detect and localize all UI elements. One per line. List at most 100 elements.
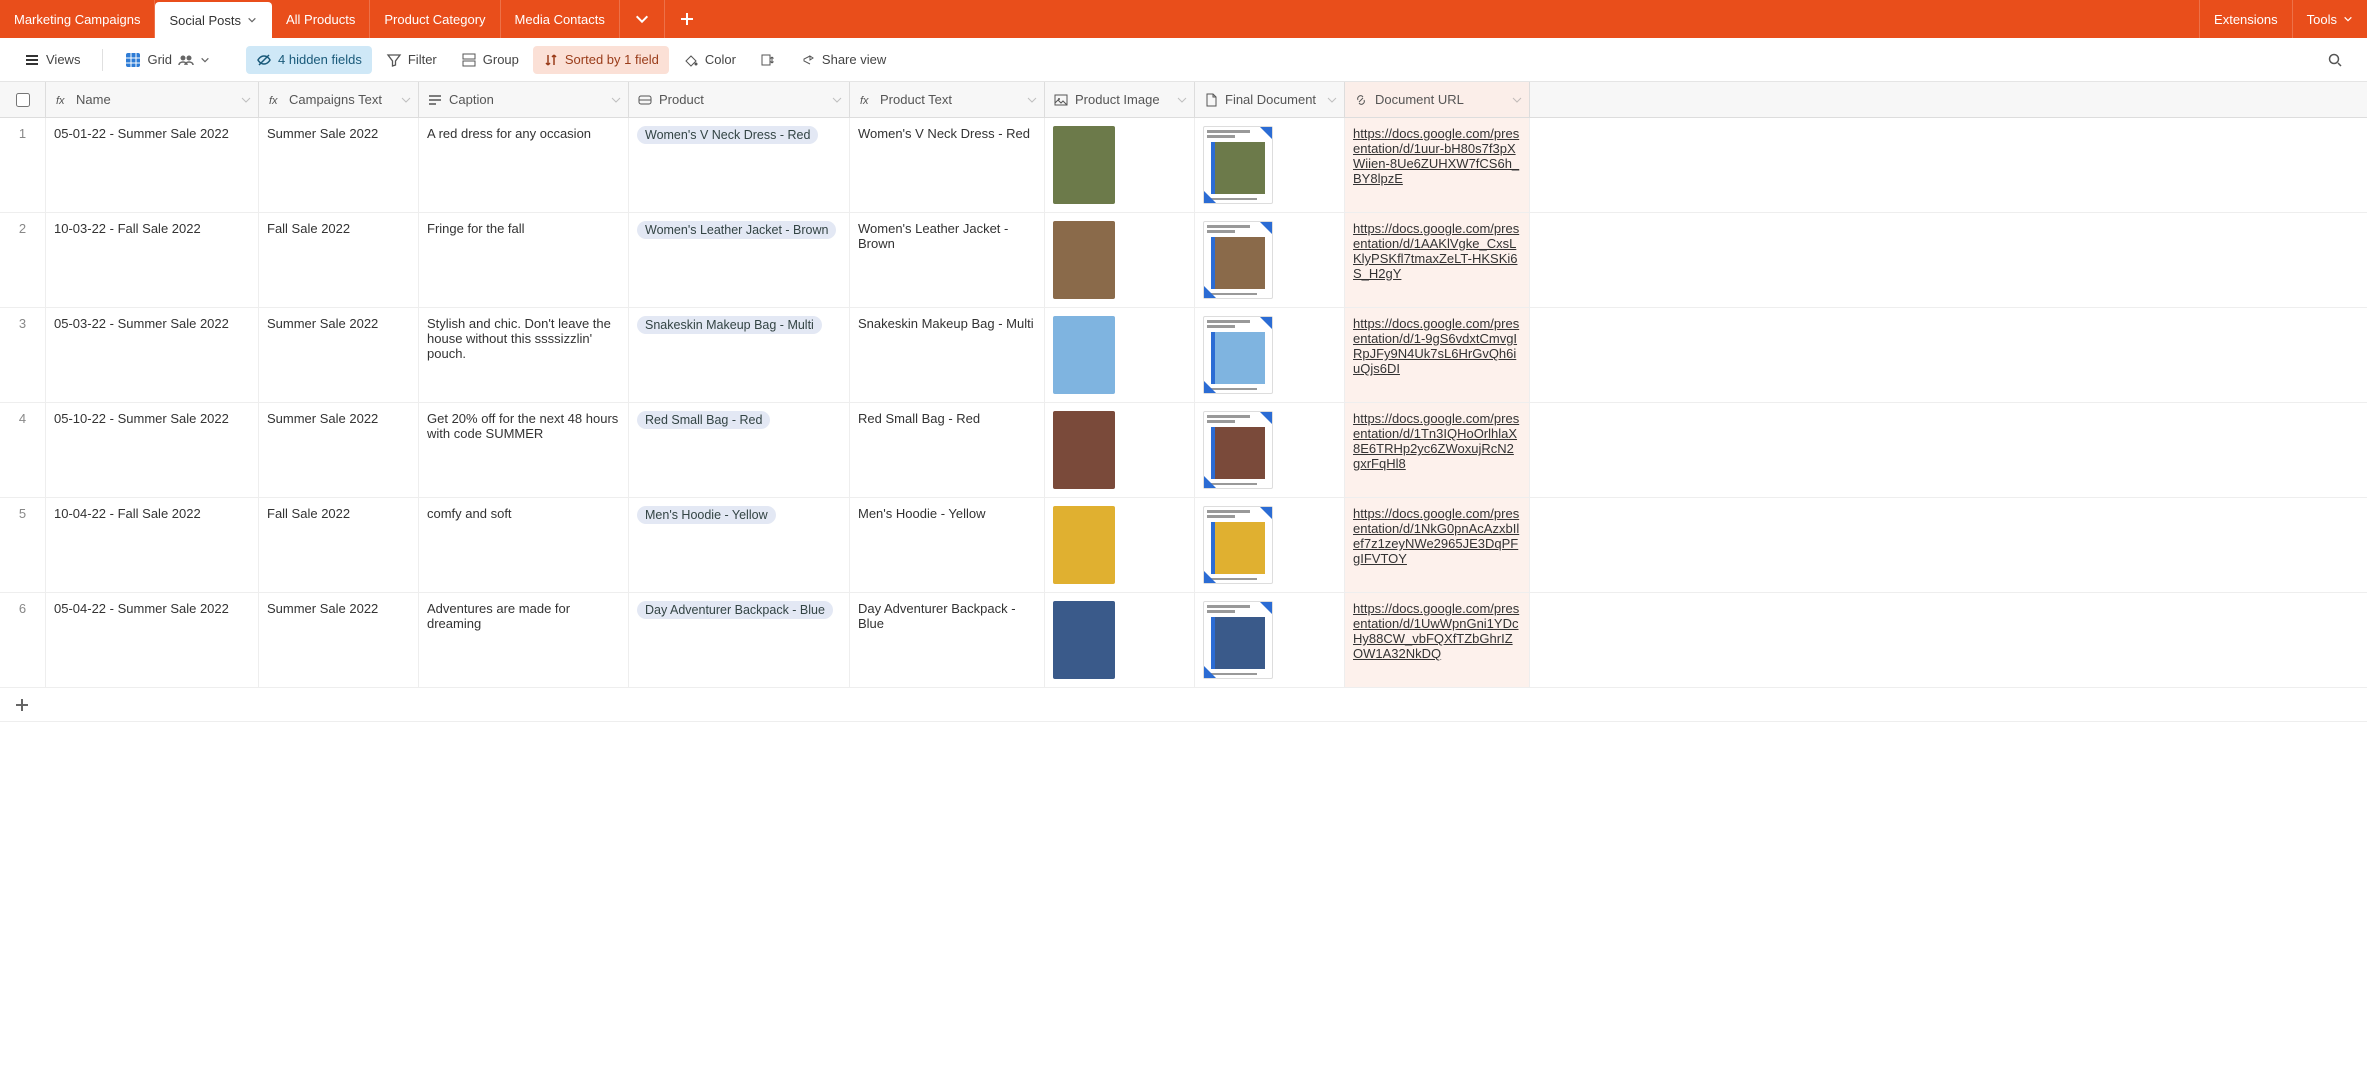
group-button[interactable]: Group	[451, 46, 529, 74]
table-row[interactable]: 6 05-04-22 - Summer Sale 2022 Summer Sal…	[0, 593, 2367, 688]
column-header-product[interactable]: Product	[629, 82, 850, 117]
table-row[interactable]: 5 10-04-22 - Fall Sale 2022 Fall Sale 20…	[0, 498, 2367, 593]
chevron-down-icon[interactable]	[247, 15, 257, 25]
document-thumbnail[interactable]	[1203, 316, 1273, 394]
table-row[interactable]: 4 05-10-22 - Summer Sale 2022 Summer Sal…	[0, 403, 2367, 498]
cell-product-text[interactable]: Day Adventurer Backpack - Blue	[850, 593, 1045, 687]
cell-campaigns-text[interactable]: Summer Sale 2022	[259, 308, 419, 402]
table-row[interactable]: 1 05-01-22 - Summer Sale 2022 Summer Sal…	[0, 118, 2367, 213]
cell-document-url[interactable]: https://docs.google.com/presentation/d/1…	[1345, 308, 1530, 402]
cell-caption[interactable]: comfy and soft	[419, 498, 629, 592]
cell-caption[interactable]: Fringe for the fall	[419, 213, 629, 307]
chevron-down-icon[interactable]	[1326, 94, 1338, 106]
document-thumbnail[interactable]	[1203, 126, 1273, 204]
cell-caption[interactable]: A red dress for any occasion	[419, 118, 629, 212]
cell-document-url[interactable]: https://docs.google.com/presentation/d/1…	[1345, 498, 1530, 592]
cell-name[interactable]: 05-04-22 - Summer Sale 2022	[46, 593, 259, 687]
chevron-down-icon[interactable]	[240, 94, 252, 106]
sort-button[interactable]: Sorted by 1 field	[533, 46, 669, 74]
document-link[interactable]: https://docs.google.com/presentation/d/1…	[1353, 601, 1519, 661]
cell-campaigns-text[interactable]: Summer Sale 2022	[259, 118, 419, 212]
document-thumbnail[interactable]	[1203, 411, 1273, 489]
cell-product-text[interactable]: Men's Hoodie - Yellow	[850, 498, 1045, 592]
search-button[interactable]	[2317, 46, 2353, 74]
cell-document-url[interactable]: https://docs.google.com/presentation/d/1…	[1345, 213, 1530, 307]
document-thumbnail[interactable]	[1203, 506, 1273, 584]
cell-campaigns-text[interactable]: Summer Sale 2022	[259, 403, 419, 497]
cell-product[interactable]: Snakeskin Makeup Bag - Multi	[629, 308, 850, 402]
cell-final-document[interactable]	[1195, 593, 1345, 687]
image-thumbnail[interactable]	[1053, 126, 1115, 204]
image-thumbnail[interactable]	[1053, 316, 1115, 394]
share-view-button[interactable]: Share view	[790, 46, 896, 74]
column-header-product-image[interactable]: Product Image	[1045, 82, 1195, 117]
chevron-down-icon[interactable]	[831, 94, 843, 106]
color-button[interactable]: Color	[673, 46, 746, 74]
column-header-final-document[interactable]: Final Document	[1195, 82, 1345, 117]
cell-product-image[interactable]	[1045, 118, 1195, 212]
tab-marketing-campaigns[interactable]: Marketing Campaigns	[0, 0, 155, 38]
cell-name[interactable]: 05-03-22 - Summer Sale 2022	[46, 308, 259, 402]
cell-final-document[interactable]	[1195, 403, 1345, 497]
document-link[interactable]: https://docs.google.com/presentation/d/1…	[1353, 506, 1519, 566]
column-header-caption[interactable]: Caption	[419, 82, 629, 117]
document-thumbnail[interactable]	[1203, 601, 1273, 679]
row-height-button[interactable]	[750, 46, 786, 74]
chevron-down-icon[interactable]	[400, 94, 412, 106]
document-link[interactable]: https://docs.google.com/presentation/d/1…	[1353, 316, 1519, 376]
add-row-button[interactable]	[0, 688, 2367, 722]
tab-social-posts[interactable]: Social Posts	[155, 2, 272, 38]
cell-product[interactable]: Red Small Bag - Red	[629, 403, 850, 497]
cell-product[interactable]: Men's Hoodie - Yellow	[629, 498, 850, 592]
image-thumbnail[interactable]	[1053, 221, 1115, 299]
cell-product-image[interactable]	[1045, 593, 1195, 687]
cell-product-image[interactable]	[1045, 403, 1195, 497]
linked-record-tag[interactable]: Snakeskin Makeup Bag - Multi	[637, 316, 822, 334]
linked-record-tag[interactable]: Women's V Neck Dress - Red	[637, 126, 818, 144]
chevron-down-icon[interactable]	[200, 55, 210, 65]
column-header-product-text[interactable]: fx Product Text	[850, 82, 1045, 117]
cell-product-image[interactable]	[1045, 308, 1195, 402]
cell-campaigns-text[interactable]: Summer Sale 2022	[259, 593, 419, 687]
image-thumbnail[interactable]	[1053, 506, 1115, 584]
cell-product-image[interactable]	[1045, 498, 1195, 592]
cell-name[interactable]: 10-04-22 - Fall Sale 2022	[46, 498, 259, 592]
add-tab-button[interactable]	[665, 0, 709, 38]
cell-name[interactable]: 05-01-22 - Summer Sale 2022	[46, 118, 259, 212]
extensions-button[interactable]: Extensions	[2199, 0, 2292, 38]
filter-button[interactable]: Filter	[376, 46, 447, 74]
document-link[interactable]: https://docs.google.com/presentation/d/1…	[1353, 221, 1519, 281]
chevron-down-icon[interactable]	[610, 94, 622, 106]
cell-caption[interactable]: Stylish and chic. Don't leave the house …	[419, 308, 629, 402]
cell-campaigns-text[interactable]: Fall Sale 2022	[259, 498, 419, 592]
cell-name[interactable]: 05-10-22 - Summer Sale 2022	[46, 403, 259, 497]
cell-caption[interactable]: Adventures are made for dreaming	[419, 593, 629, 687]
cell-document-url[interactable]: https://docs.google.com/presentation/d/1…	[1345, 403, 1530, 497]
cell-product[interactable]: Day Adventurer Backpack - Blue	[629, 593, 850, 687]
cell-name[interactable]: 10-03-22 - Fall Sale 2022	[46, 213, 259, 307]
cell-final-document[interactable]	[1195, 118, 1345, 212]
cell-product-image[interactable]	[1045, 213, 1195, 307]
linked-record-tag[interactable]: Day Adventurer Backpack - Blue	[637, 601, 833, 619]
cell-product-text[interactable]: Women's V Neck Dress - Red	[850, 118, 1045, 212]
chevron-down-icon[interactable]	[1511, 94, 1523, 106]
document-link[interactable]: https://docs.google.com/presentation/d/1…	[1353, 411, 1519, 471]
cell-product[interactable]: Women's V Neck Dress - Red	[629, 118, 850, 212]
cell-caption[interactable]: Get 20% off for the next 48 hours with c…	[419, 403, 629, 497]
grid-view-button[interactable]: Grid	[115, 46, 220, 74]
select-all-checkbox[interactable]	[16, 93, 30, 107]
hidden-fields-button[interactable]: 4 hidden fields	[246, 46, 372, 74]
image-thumbnail[interactable]	[1053, 411, 1115, 489]
linked-record-tag[interactable]: Women's Leather Jacket - Brown	[637, 221, 836, 239]
tab-media-contacts[interactable]: Media Contacts	[501, 0, 620, 38]
tab-product-category[interactable]: Product Category	[370, 0, 500, 38]
cell-final-document[interactable]	[1195, 308, 1345, 402]
tools-button[interactable]: Tools	[2292, 0, 2367, 38]
cell-product-text[interactable]: Women's Leather Jacket - Brown	[850, 213, 1045, 307]
chevron-down-icon[interactable]	[1026, 94, 1038, 106]
document-thumbnail[interactable]	[1203, 221, 1273, 299]
cell-product[interactable]: Women's Leather Jacket - Brown	[629, 213, 850, 307]
select-all-cell[interactable]	[0, 82, 46, 117]
cell-document-url[interactable]: https://docs.google.com/presentation/d/1…	[1345, 118, 1530, 212]
document-link[interactable]: https://docs.google.com/presentation/d/1…	[1353, 126, 1519, 186]
